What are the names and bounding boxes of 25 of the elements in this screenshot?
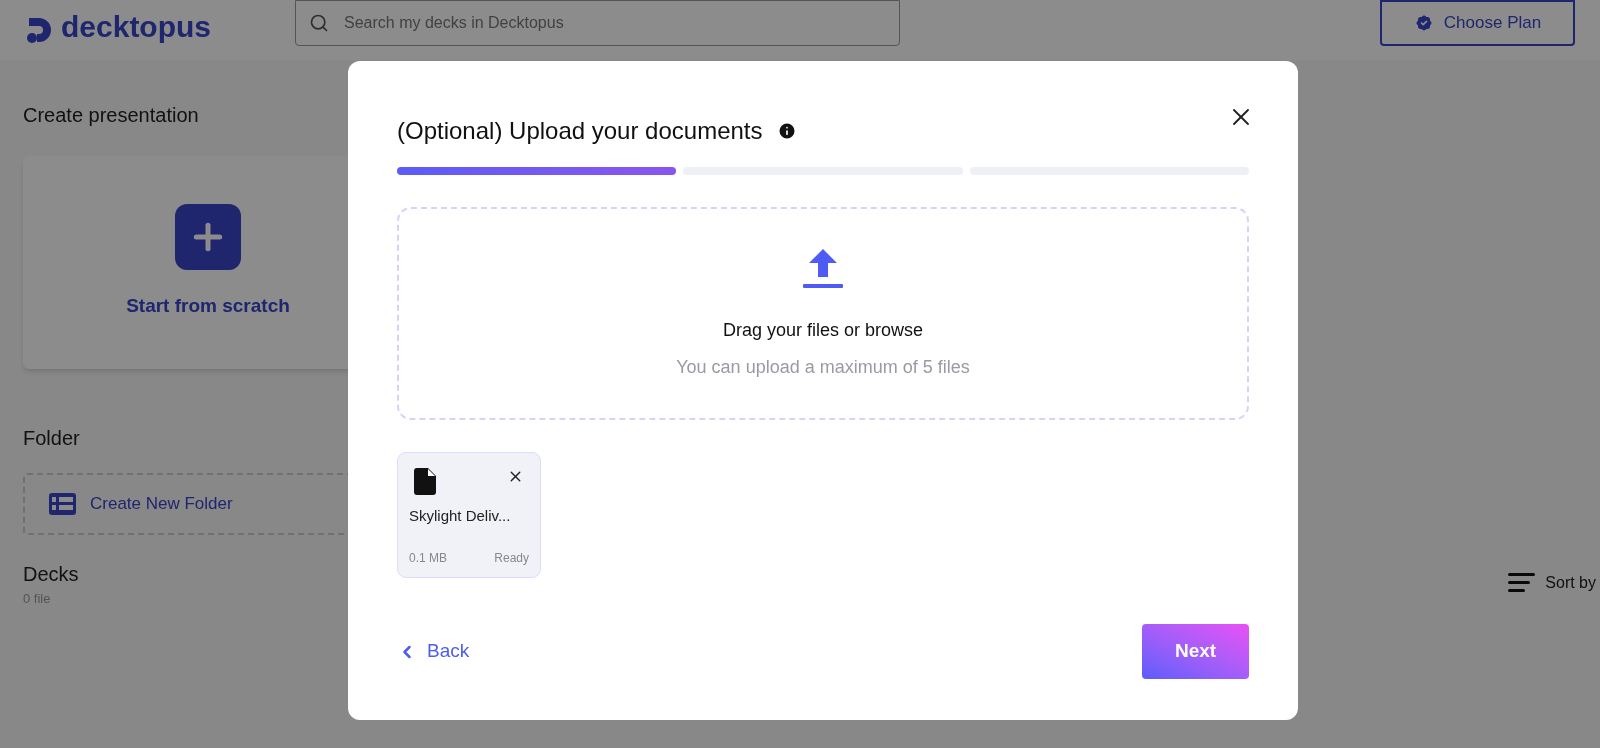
logo-icon <box>25 16 53 44</box>
dropzone[interactable]: Drag your files or browse You can upload a maximum of 5 files <box>397 207 1249 420</box>
info-icon[interactable] <box>776 121 797 141</box>
next-button[interactable]: Next <box>1142 624 1249 679</box>
choose-plan-button[interactable]: Choose Plan <box>1380 0 1575 46</box>
card-label: Start from scratch <box>126 294 290 319</box>
dialog-title: (Optional) Upload your documents <box>397 116 763 146</box>
dropzone-title: Drag your files or browse <box>722 318 924 342</box>
section-title: Decks <box>23 562 79 587</box>
search-field[interactable]: Search my decks in Decktopus <box>295 0 900 46</box>
file-icon <box>414 468 436 495</box>
back-button[interactable]: Back <box>397 637 470 666</box>
file-status: Ready <box>494 550 529 567</box>
sort-lines-icon <box>1508 572 1536 594</box>
upload-icon <box>803 246 843 289</box>
list-icon <box>49 493 76 515</box>
file-size: 0.1 MB <box>409 550 447 567</box>
sort-button[interactable]: Sort by <box>1508 571 1600 595</box>
section-title: Folder <box>23 426 80 451</box>
plus-icon <box>175 204 241 271</box>
search-icon <box>309 13 329 33</box>
section-title: Create presentation <box>23 103 199 128</box>
verified-badge-icon <box>1413 13 1434 33</box>
dropzone-hint: You can upload a maximum of 5 files <box>676 355 970 379</box>
logo-text: decktopus <box>61 12 212 42</box>
